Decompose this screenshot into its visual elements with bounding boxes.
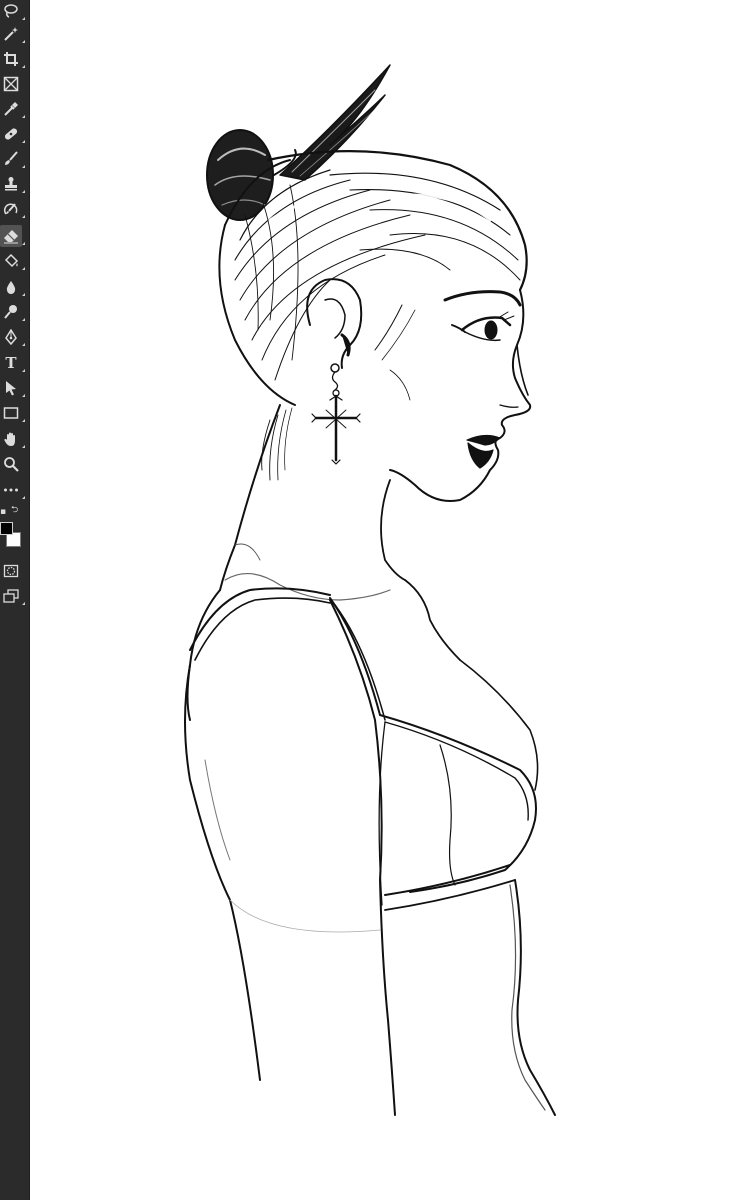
eyedropper-icon (4, 102, 18, 116)
hair-spike (279, 64, 391, 181)
tool-group-indicator (22, 190, 25, 193)
foreground-color[interactable] (0, 522, 13, 535)
quick-mask-button[interactable] (0, 560, 22, 582)
document-canvas[interactable] (30, 0, 739, 1200)
tool-group-indicator (22, 267, 25, 270)
default-colors-icon[interactable]: ▪ (0, 508, 6, 517)
color-swatches (0, 522, 28, 556)
dodge-tool[interactable] (0, 301, 25, 323)
tool-group-indicator (22, 394, 25, 397)
artwork-sketch (184, 64, 556, 1116)
paint-bucket-icon (4, 253, 19, 268)
stamp-icon (5, 177, 17, 191)
tool-group-indicator (22, 17, 25, 20)
eraser-tool[interactable] (0, 225, 25, 247)
type-tool[interactable]: T (0, 352, 25, 374)
path-selection-tool[interactable] (0, 377, 25, 399)
screen-mode-button[interactable] (0, 585, 25, 607)
tool-group-indicator (22, 65, 25, 68)
screen-mode-icon (3, 589, 19, 603)
cross-earring (311, 363, 361, 465)
brush-icon (5, 151, 18, 165)
tool-group-indicator (22, 115, 25, 118)
swap-colors-icon[interactable]: ⮌ (11, 506, 18, 515)
tool-group-indicator (22, 496, 25, 499)
blur-tool[interactable] (0, 276, 25, 298)
history-brush-tool[interactable] (0, 198, 25, 220)
frame-tool[interactable] (0, 73, 22, 95)
tool-group-indicator (22, 445, 25, 448)
frame-icon (3, 76, 19, 92)
ear (306, 278, 363, 369)
top-garment (189, 587, 539, 911)
brush-tool[interactable] (0, 148, 25, 170)
tool-group-indicator (22, 40, 25, 43)
healing-brush-tool[interactable] (0, 123, 25, 145)
bandage-icon (4, 128, 18, 140)
photoshop-window: T ▪ ⮌ (0, 0, 739, 1200)
tool-group-indicator (22, 343, 25, 346)
tool-group-indicator (22, 215, 25, 218)
eyedropper-tool[interactable] (0, 98, 25, 120)
tool-group-indicator (22, 419, 25, 422)
crop-tool[interactable] (0, 48, 25, 70)
neck (219, 404, 406, 591)
tool-group-indicator (22, 318, 25, 321)
hand-icon (4, 432, 15, 446)
face-profile (374, 289, 532, 502)
tool-group-indicator (22, 602, 25, 605)
magic-wand-tool[interactable] (0, 23, 25, 45)
tool-group-indicator (22, 293, 25, 296)
pen-nib-icon (5, 329, 17, 345)
dodge-icon (4, 305, 17, 319)
magic-wand-icon (4, 27, 18, 41)
shoulders (186, 573, 461, 721)
history-brush-icon (3, 203, 18, 215)
tool-group-indicator (22, 140, 25, 143)
pen-tool[interactable] (0, 326, 25, 348)
type-icon: T (5, 354, 17, 372)
tool-group-indicator (22, 165, 25, 168)
ellipsis-icon (4, 488, 18, 492)
rectangle-icon (3, 407, 19, 419)
tool-group-indicator (22, 242, 25, 245)
zoom-tool[interactable] (0, 453, 22, 475)
lasso-tool[interactable] (0, 0, 25, 22)
quick-mask-icon (3, 564, 19, 578)
arrow-cursor-icon (6, 381, 16, 396)
magnifier-icon (4, 457, 19, 472)
rectangle-tool[interactable] (0, 402, 25, 424)
edit-toolbar[interactable] (0, 479, 25, 501)
crop-icon (4, 52, 18, 66)
eraser-icon (4, 230, 18, 244)
arm-and-torso (184, 599, 556, 1116)
paint-bucket-tool[interactable] (0, 250, 25, 272)
hand-tool[interactable] (0, 428, 25, 450)
lasso-icon (4, 4, 18, 18)
clone-stamp-tool[interactable] (0, 173, 25, 195)
tools-panel: T ▪ ⮌ (0, 0, 30, 1200)
tool-group-indicator (22, 369, 25, 372)
droplet-icon (6, 281, 16, 294)
